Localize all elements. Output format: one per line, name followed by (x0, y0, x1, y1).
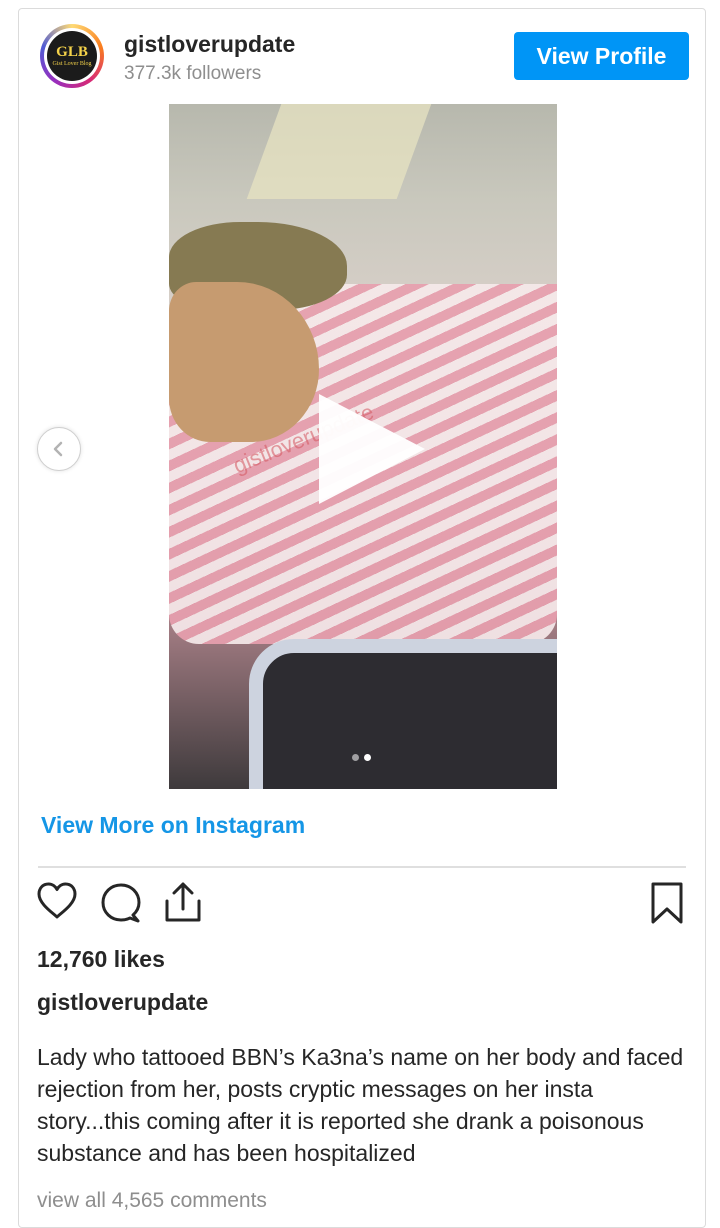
logo-mark: GLB (56, 44, 88, 60)
play-icon[interactable] (319, 394, 425, 504)
view-more-on-instagram-link[interactable]: View More on Instagram (41, 812, 305, 839)
view-all-comments-link[interactable]: view all 4,565 comments (37, 1189, 267, 1213)
profile-avatar[interactable]: GLB Gist Lover Blog (40, 24, 104, 88)
profile-username[interactable]: gistloverupdate (124, 31, 295, 58)
post-caption: Lady who tattooed BBN’s Ka3na’s name on … (37, 1044, 684, 1166)
heart-icon[interactable] (35, 880, 79, 922)
logo-subtext: Gist Lover Blog (52, 61, 92, 67)
carousel-previous-button[interactable] (37, 427, 81, 471)
follower-count: 377.3k followers (124, 63, 262, 84)
instagram-embed-card: GLB Gist Lover Blog gistloverupdate 377.… (18, 8, 706, 1228)
bookmark-icon[interactable] (645, 880, 689, 926)
caption-username[interactable]: gistloverupdate (37, 989, 208, 1016)
divider (38, 866, 686, 868)
carousel-dot (352, 754, 359, 761)
chair-shape (249, 639, 557, 789)
likes-count: 12,760 likes (37, 946, 165, 972)
post-video-thumbnail[interactable]: gistloverupdate (169, 104, 557, 789)
carousel-dots (352, 754, 371, 761)
background-window (246, 104, 432, 199)
profile-logo: GLB Gist Lover Blog (47, 31, 97, 81)
share-icon[interactable] (161, 879, 205, 925)
carousel-dot-active (364, 754, 371, 761)
view-profile-button[interactable]: View Profile (514, 32, 689, 80)
comment-icon[interactable] (98, 881, 142, 925)
avatar-ring-gap: GLB Gist Lover Blog (44, 28, 100, 84)
chevron-left-icon (53, 441, 63, 457)
